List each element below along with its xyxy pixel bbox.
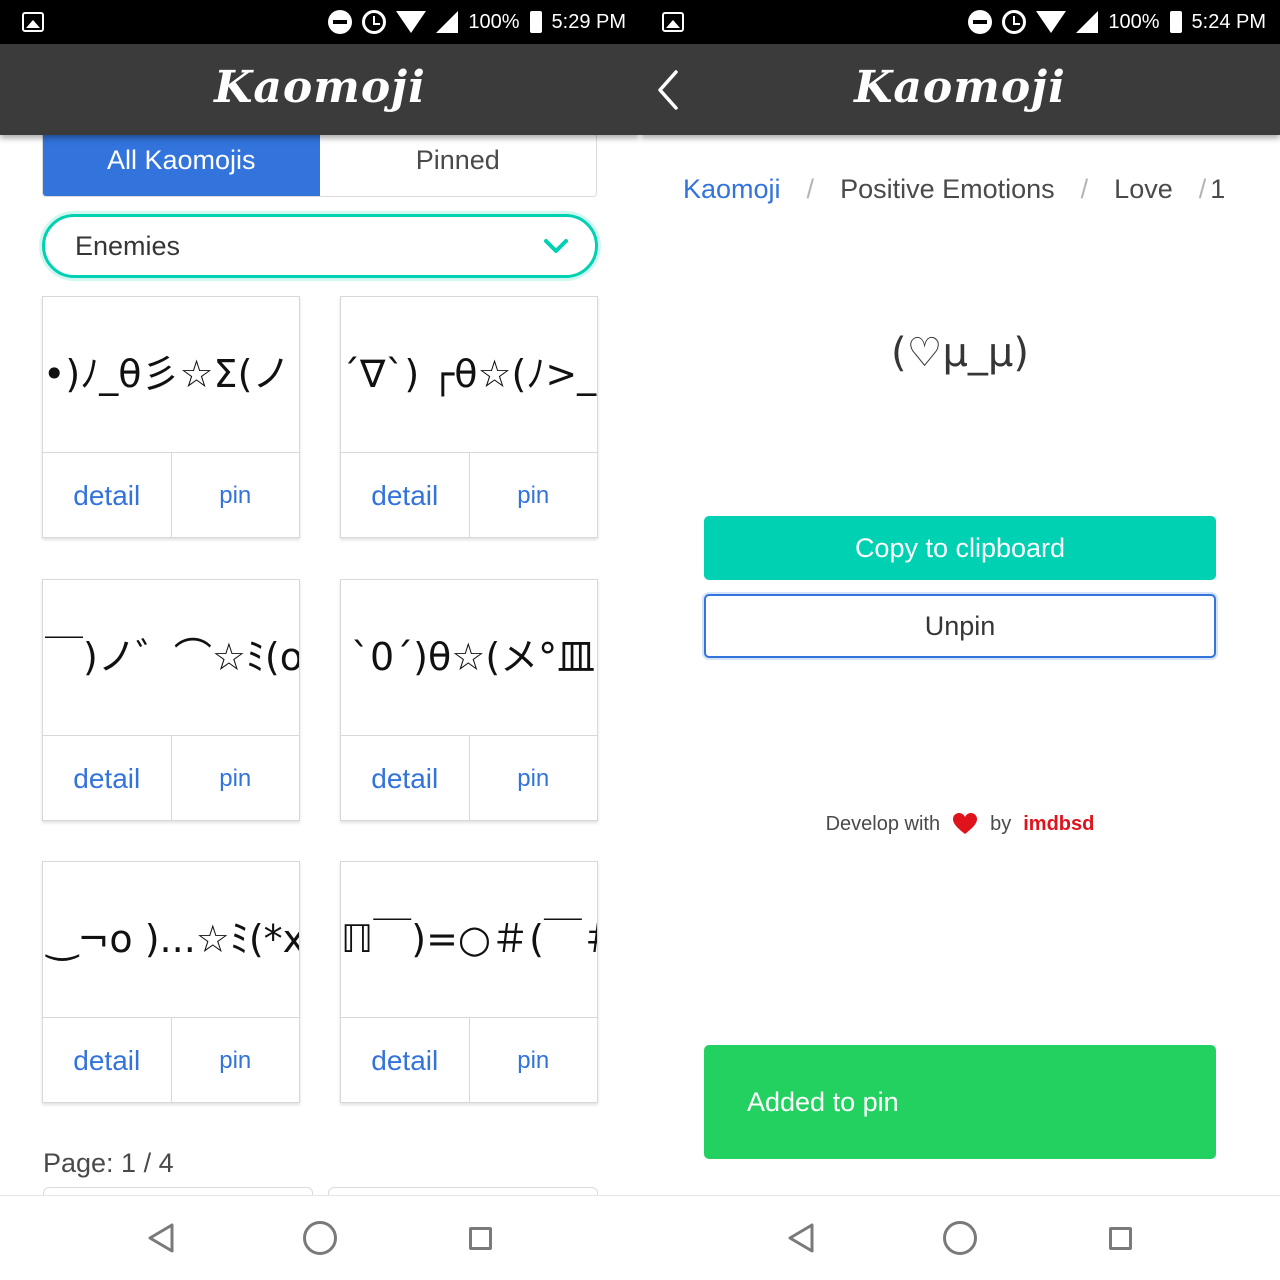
wifi-icon	[396, 11, 427, 33]
app-header: Kaomoji	[0, 44, 640, 135]
app-logo: Kaomoji	[214, 62, 426, 113]
dnd-icon	[328, 10, 353, 34]
footer-by: by	[990, 812, 1012, 835]
category-select[interactable]: Enemies	[42, 214, 598, 278]
detail-link[interactable]: detail	[341, 1018, 470, 1103]
nav-home-icon[interactable]	[943, 1221, 977, 1255]
copy-to-clipboard-button[interactable]: Copy to clipboard	[704, 516, 1216, 580]
screen-kaomoji-list: 100% 5:29 PM Kaomoji All Kaomojis Pinned…	[0, 0, 640, 1280]
detail-link[interactable]: detail	[341, 736, 470, 821]
footer-credit: Develop with by imdbsd	[640, 812, 1280, 836]
pin-link[interactable]: pin	[172, 1018, 300, 1103]
battery-percent: 100%	[1108, 10, 1160, 33]
footer-prefix: Develop with	[825, 812, 941, 835]
category-select-value: Enemies	[75, 231, 181, 261]
kaomoji-card: ￣)ノ゛⌒☆ﾐ(o detail pin	[42, 579, 300, 821]
app-logo: Kaomoji	[854, 62, 1066, 113]
breadcrumb-separator: /	[806, 174, 815, 204]
pin-link[interactable]: pin	[470, 1018, 598, 1103]
kaomoji-card: ℿ￣)=○＃(￣＃ detail pin	[340, 861, 598, 1103]
dnd-icon	[968, 10, 993, 34]
breadcrumb-kaomoji[interactable]: Kaomoji	[683, 174, 781, 205]
detail-link[interactable]: detail	[43, 736, 172, 821]
kaomoji-text: ‿¬o )...☆ﾐ(*x	[47, 917, 299, 961]
breadcrumb-index: 1	[1210, 174, 1226, 204]
detail-link[interactable]: detail	[43, 1018, 172, 1103]
kaomoji-text: ´∇`) ┌θ☆(ﾉ>_<	[341, 352, 597, 396]
battery-percent: 100%	[468, 10, 520, 33]
heart-icon	[953, 813, 978, 834]
status-time: 5:24 PM	[1191, 10, 1266, 33]
status-time: 5:29 PM	[551, 10, 626, 33]
pin-link[interactable]: pin	[470, 453, 598, 538]
breadcrumb-positive-emotions[interactable]: Positive Emotions	[840, 174, 1055, 205]
kaomoji-text: `0´)θ☆(メ°皿°	[351, 635, 597, 679]
pin-link[interactable]: pin	[172, 736, 300, 821]
status-bar: 100% 5:29 PM	[0, 0, 640, 44]
nav-back-icon[interactable]	[146, 1222, 176, 1254]
kaomoji-text: •)ﾉ_θ彡☆Σ(ノ	[43, 352, 291, 396]
breadcrumb-separator: /	[1080, 174, 1089, 204]
kaomoji-display: (♡μ_μ)	[891, 330, 1029, 376]
signal-icon	[436, 11, 459, 33]
signal-icon	[1076, 11, 1099, 33]
pin-link[interactable]: pin	[172, 453, 300, 538]
unpin-button[interactable]: Unpin	[704, 594, 1216, 658]
pin-link[interactable]: pin	[470, 736, 598, 821]
kaomoji-text: ℿ￣)=○＃(￣＃	[341, 917, 597, 961]
footer-author-link[interactable]: imdbsd	[1023, 813, 1094, 836]
battery-icon	[1169, 11, 1182, 33]
nav-back-icon[interactable]	[786, 1222, 816, 1254]
breadcrumb-love[interactable]: Love	[1114, 174, 1173, 205]
wifi-icon	[1036, 11, 1067, 33]
nav-recent-icon[interactable]	[1109, 1227, 1132, 1250]
nav-recent-icon[interactable]	[469, 1227, 492, 1250]
detail-link[interactable]: detail	[341, 453, 470, 538]
chevron-down-icon	[544, 239, 568, 253]
kaomoji-text: ￣)ノ゛⌒☆ﾐ(o	[45, 635, 299, 679]
system-nav-bar	[640, 1195, 1280, 1280]
image-icon	[22, 12, 44, 32]
kaomoji-card: •)ﾉ_θ彡☆Σ(ノ detail pin	[42, 296, 300, 538]
toast-notification: Added to pin	[704, 1045, 1216, 1159]
detail-link[interactable]: detail	[43, 453, 172, 538]
alarm-icon	[1002, 10, 1027, 34]
kaomoji-card: ‿¬o )...☆ﾐ(*x detail pin	[42, 861, 300, 1103]
breadcrumb-separator: /	[1198, 174, 1207, 204]
kaomoji-card: ´∇`) ┌θ☆(ﾉ>_< detail pin	[340, 296, 598, 538]
image-icon	[662, 12, 684, 32]
battery-icon	[529, 11, 542, 33]
page-indicator: Page: 1 / 4	[43, 1148, 174, 1178]
nav-home-icon[interactable]	[303, 1221, 337, 1255]
app-header: Kaomoji	[640, 44, 1280, 135]
breadcrumb: Kaomoji / Positive Emotions / Love / 1	[683, 174, 1225, 205]
screen-kaomoji-detail: 100% 5:24 PM Kaomoji Kaomoji / Positive …	[640, 0, 1280, 1280]
alarm-icon	[362, 10, 387, 34]
system-nav-bar	[0, 1195, 640, 1280]
status-bar: 100% 5:24 PM	[640, 0, 1280, 44]
kaomoji-card: `0´)θ☆(メ°皿° detail pin	[340, 579, 598, 821]
